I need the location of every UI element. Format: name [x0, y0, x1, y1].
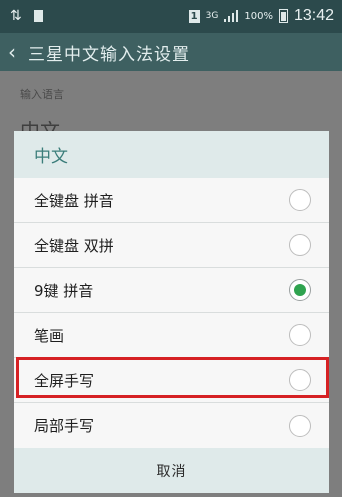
cancel-button[interactable]: 取消 [14, 448, 329, 493]
chevron-left-icon[interactable]: ‹ [8, 40, 28, 64]
option-label: 全键盘 双拼 [34, 236, 114, 255]
status-left-icons: ⇅ [10, 8, 43, 24]
option-label: 笔画 [34, 326, 65, 345]
page-title: 三星中文输入法设置 [28, 44, 190, 65]
radio-button[interactable] [289, 324, 311, 346]
battery-percent: 100% [244, 10, 273, 22]
option-label: 局部手写 [34, 417, 95, 435]
usb-icon: ⇅ [10, 8, 22, 24]
app-bar: ‹ 三星中文输入法设置 [0, 33, 342, 71]
option-list: 全键盘 拼音 全键盘 双拼 9键 拼音 笔画 全屏手写 局部手写 [14, 178, 329, 448]
option-fullscreen-handwriting[interactable]: 全屏手写 [14, 358, 329, 403]
radio-button-selected[interactable] [289, 279, 311, 301]
sim-icon: 1 [188, 9, 200, 23]
radio-button[interactable] [289, 234, 311, 256]
dialog-title: 中文 [14, 131, 329, 178]
clock: 13:42 [293, 7, 334, 24]
option-stroke[interactable]: 笔画 [14, 313, 329, 358]
status-right-icons: 1 3G 100% 13:42 [188, 7, 334, 25]
input-mode-dialog: 中文 全键盘 拼音 全键盘 双拼 9键 拼音 笔画 全屏手写 局部手写 取消 [14, 131, 329, 493]
option-label: 全键盘 拼音 [34, 191, 114, 210]
radio-button[interactable] [289, 369, 311, 391]
radio-selected-dot [294, 284, 306, 296]
radio-button[interactable] [289, 414, 311, 437]
option-9key-pinyin[interactable]: 9键 拼音 [14, 268, 329, 313]
option-label: 全屏手写 [34, 371, 95, 390]
option-partial-handwriting[interactable]: 局部手写 [14, 403, 329, 448]
section-label: 输入语言 [20, 88, 64, 101]
option-full-keyboard-shuangpin[interactable]: 全键盘 双拼 [14, 223, 329, 268]
option-full-keyboard-pinyin[interactable]: 全键盘 拼音 [14, 178, 329, 223]
option-label: 9键 拼音 [34, 281, 94, 300]
network-type: 3G [205, 10, 219, 21]
sd-card-icon [33, 10, 43, 22]
battery-icon [278, 9, 288, 23]
status-bar: ⇅ 1 3G 100% 13:42 [0, 0, 342, 33]
radio-button[interactable] [289, 189, 311, 211]
signal-icon [224, 10, 239, 22]
